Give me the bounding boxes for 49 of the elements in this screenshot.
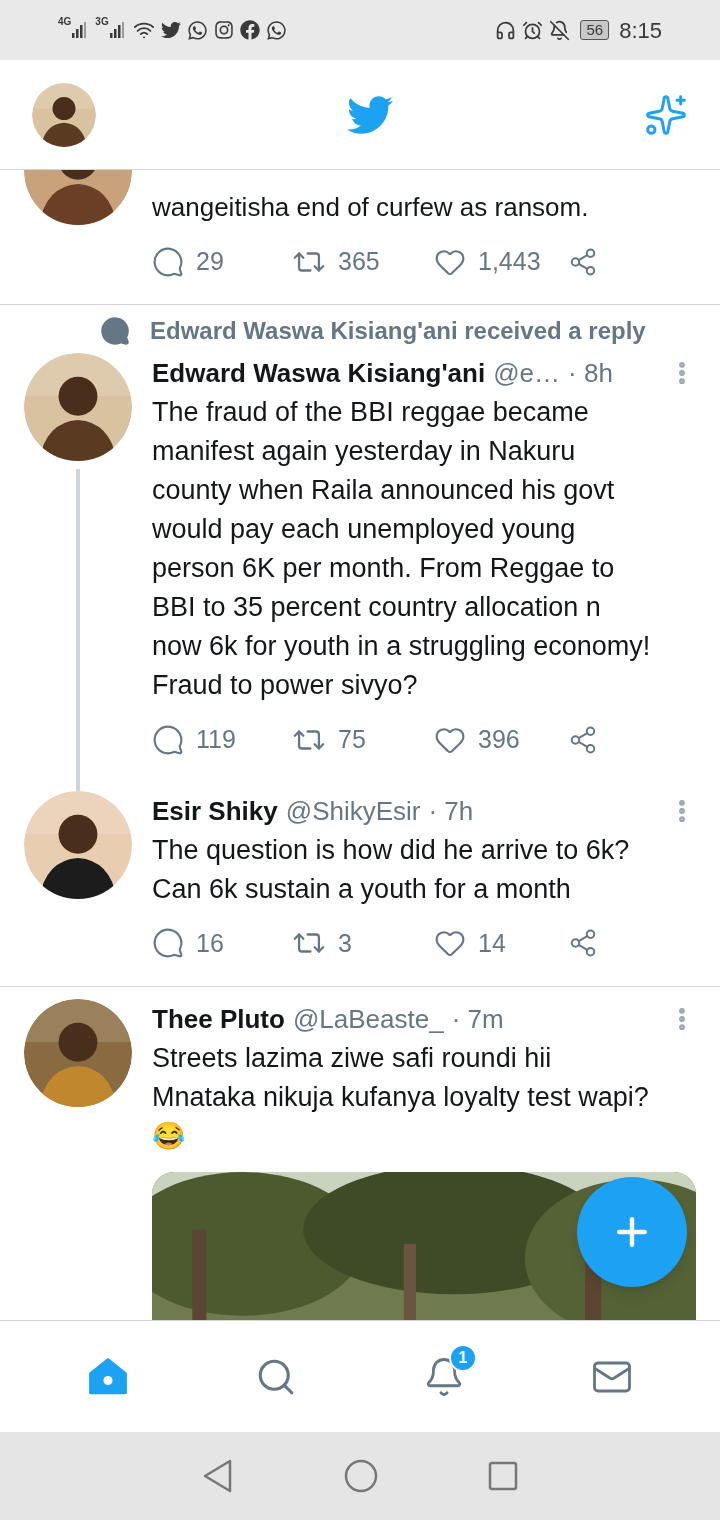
tweet-time: · 8h <box>568 357 613 390</box>
chat-icon <box>186 19 208 41</box>
user-name[interactable]: Edward Waswa Kisiang'ani <box>152 353 486 393</box>
headphones-icon <box>495 19 517 41</box>
tweet-time: · 7m <box>451 1003 504 1036</box>
user-name[interactable]: Thee Pluto <box>152 999 285 1039</box>
reply-icon[interactable] <box>152 723 184 756</box>
reply-count: 29 <box>196 246 224 277</box>
reply-icon[interactable] <box>152 245 184 278</box>
signal-label: 3G <box>95 15 109 29</box>
f-icon <box>239 20 260 40</box>
tweet-text: Streets lazima ziwe safi roundi hii Mnataka nikuja kufanya loyalty test wapi?😂 <box>152 1042 650 1153</box>
sparkle-icon[interactable] <box>644 92 688 137</box>
battery-icon: 56 <box>580 20 610 40</box>
reply-count: 16 <box>196 927 224 959</box>
reply-context[interactable]: Edward Waswa Kisiang'ani received a reply <box>150 313 646 349</box>
clock-time: 8:15 <box>619 16 662 45</box>
notification-badge: 1 <box>449 1343 477 1372</box>
retweet-count: 365 <box>338 246 380 277</box>
reply-icon <box>100 316 130 346</box>
home-circle-icon[interactable] <box>344 1459 378 1493</box>
like-count: 1,443 <box>478 246 541 277</box>
back-icon[interactable] <box>202 1459 234 1493</box>
user-handle[interactable]: @ShikyEsir <box>285 790 421 831</box>
signal-label: 4G <box>58 15 72 29</box>
tweet-text: wangeitisha end of curfew as ransom. <box>152 191 590 224</box>
retweet-count: 75 <box>338 724 366 755</box>
user-handle[interactable]: @e… <box>493 353 561 393</box>
camera-icon <box>213 20 234 40</box>
alarm-icon <box>522 19 544 41</box>
share-icon[interactable] <box>568 928 598 959</box>
bird-icon <box>160 20 181 40</box>
like-count: 14 <box>478 927 506 959</box>
user-handle[interactable]: @LaBeaste_ <box>292 999 444 1039</box>
tweet-text: The fraud of the BBI reggae became manifest again yesterday in Nakuru county when Raila announced his govt would pay each unemployed young person 6K per month. From Reggae to BBI to 35 percent country allocation n now 6k for youth in a struggling economy! Fraud to power sivyo? <box>152 396 652 702</box>
like-count: 396 <box>478 724 520 755</box>
retweet-count: 3 <box>338 927 352 959</box>
tweet-text: The question is how did he arrive to 6k? Can 6k sustain a youth for a month <box>152 833 631 906</box>
mute-icon <box>549 19 571 41</box>
chat-icon <box>265 19 287 41</box>
signal-icon <box>108 21 125 39</box>
share-icon[interactable] <box>568 246 598 277</box>
reply-icon[interactable] <box>152 927 184 960</box>
signal-icon <box>71 21 88 39</box>
reply-count: 119 <box>196 724 236 755</box>
recents-icon[interactable] <box>488 1461 518 1491</box>
share-icon[interactable] <box>568 724 598 755</box>
user-name[interactable]: Esir Shiky <box>152 790 278 831</box>
tweet-time: · 7h <box>428 794 474 828</box>
